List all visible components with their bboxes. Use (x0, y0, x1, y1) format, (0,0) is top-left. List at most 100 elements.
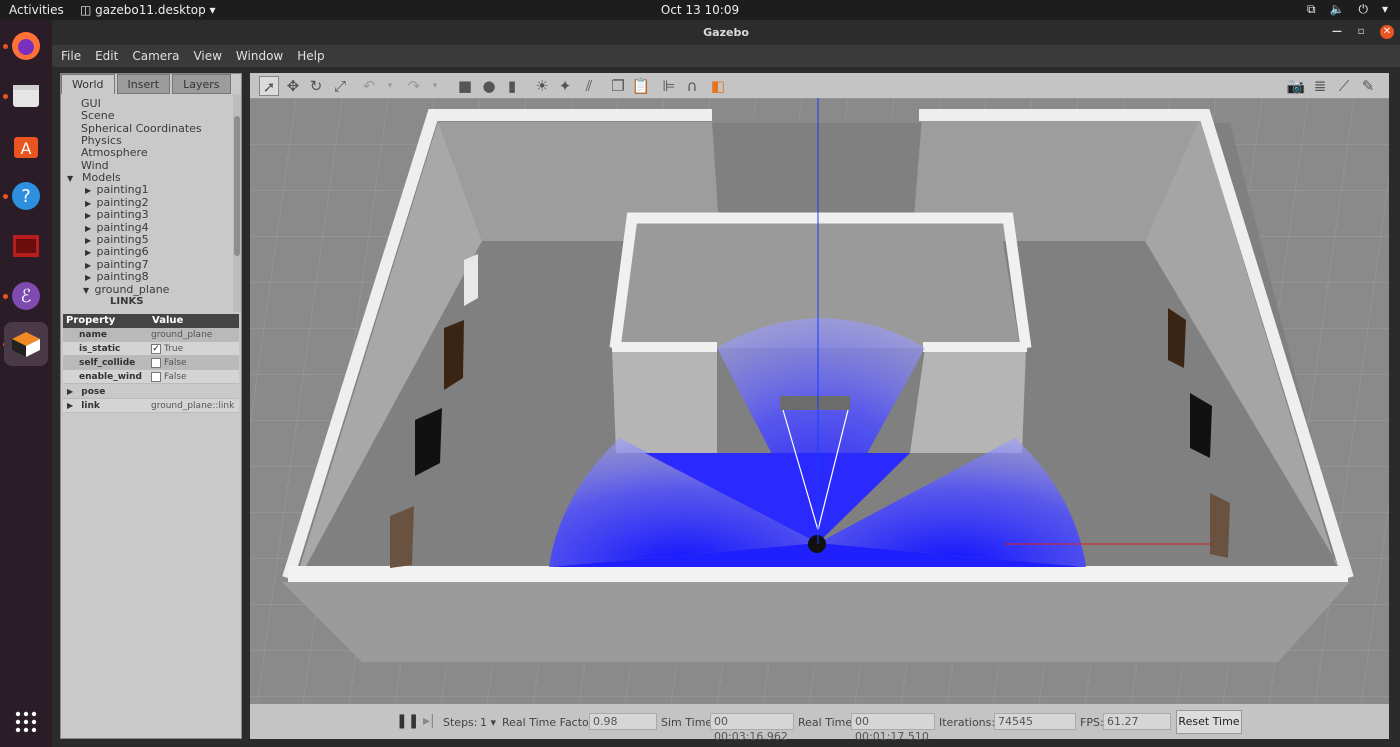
menu-view[interactable]: View (193, 49, 221, 63)
directional-light-icon[interactable]: ⫽ (579, 76, 599, 96)
snap-icon[interactable]: ∩ (682, 76, 702, 96)
tree-item-model[interactable]: ▶ painting6 (85, 246, 149, 258)
property-key: name (79, 329, 107, 340)
tab-layers[interactable]: Layers (172, 74, 231, 94)
property-key: ▶ pose (63, 387, 151, 397)
files-icon[interactable] (4, 74, 48, 118)
tree-scrollbar[interactable] (233, 94, 241, 312)
menu-file[interactable]: File (61, 49, 81, 63)
firefox-icon[interactable] (4, 24, 48, 68)
property-key: ▶ link (63, 401, 151, 411)
software-center-icon[interactable]: A (4, 124, 48, 168)
checkbox-label: False (164, 371, 187, 382)
plot-icon[interactable]: ⟋ (1334, 76, 1354, 96)
gazebo-icon[interactable] (4, 322, 48, 366)
network-icon: ⧉ (1306, 2, 1316, 16)
sphere-shape-icon[interactable]: ● (479, 76, 499, 96)
video-record-icon[interactable]: ✎ (1358, 76, 1378, 96)
tree-item-atmosphere[interactable]: Atmosphere (81, 147, 148, 159)
expand-right-icon: ▶ (85, 248, 92, 257)
scene-toolbar: ➚ ✥ ↻ ⤢ ↶ ▾ ↷ ▾ ■ ● ▮ ☀ ✦ ⫽ ❐ 📋 ⊫ ∩ ◧ 📷 … (250, 73, 1389, 98)
rotate-mode-icon[interactable]: ↻ (306, 76, 326, 96)
steps-spinbox[interactable]: 1 ▾ (480, 716, 496, 729)
dock: A ? ℰ (0, 20, 52, 747)
log-icon[interactable]: ≣ (1310, 76, 1330, 96)
property-group-link[interactable]: ▶ link ground_plane::link (63, 399, 239, 413)
scrollbar-thumb[interactable] (234, 116, 240, 256)
value-column-header: Value (152, 315, 184, 326)
steps-value: 1 (480, 716, 487, 729)
menu-help[interactable]: Help (297, 49, 324, 63)
property-row[interactable]: enable_wind False (63, 370, 239, 384)
property-row[interactable]: is_static ✓ True (63, 342, 239, 356)
checkbox-unchecked[interactable] (151, 371, 161, 382)
property-key: is_static (79, 343, 121, 354)
property-key: self_collide (79, 357, 136, 368)
maximize-icon[interactable]: ▫ (1354, 25, 1368, 39)
step-icon[interactable]: ▸| (423, 713, 435, 729)
spot-light-icon[interactable]: ✦ (555, 76, 575, 96)
point-light-icon[interactable]: ☀ (532, 76, 552, 96)
align-icon[interactable]: ⊫ (659, 76, 679, 96)
scene-viewport[interactable] (250, 98, 1389, 704)
iterations-label: Iterations: (939, 716, 996, 729)
expand-right-icon: ▶ (85, 211, 92, 220)
window-titlebar: Gazebo — ▫ ✕ (52, 20, 1400, 45)
translate-mode-icon[interactable]: ✥ (283, 76, 303, 96)
checkbox-unchecked[interactable] (151, 357, 161, 368)
expand-right-icon: ▶ (85, 186, 92, 195)
tab-insert[interactable]: Insert (116, 74, 171, 94)
property-row[interactable]: name ground_plane (63, 328, 239, 342)
tab-world[interactable]: World (61, 74, 115, 94)
property-group-pose[interactable]: ▶ pose (63, 385, 239, 399)
property-row[interactable]: self_collide False (63, 356, 239, 370)
property-value[interactable]: ground_plane (151, 330, 239, 340)
close-icon[interactable]: ✕ (1380, 25, 1394, 39)
tree-item-model-selected[interactable]: ▼ ground_plane (83, 284, 169, 296)
box-shape-icon[interactable]: ■ (455, 76, 475, 96)
property-value[interactable]: False (151, 371, 239, 382)
redo-dropdown-icon[interactable]: ▾ (425, 76, 445, 96)
property-header: Property Value (63, 314, 239, 328)
redo-icon[interactable]: ↷ (404, 76, 424, 96)
rtf-value: 0.98 (589, 713, 657, 730)
tree-item-model[interactable]: ▶ painting3 (85, 209, 149, 221)
screenshot-icon[interactable]: 📷 (1286, 76, 1306, 96)
help-icon[interactable]: ? (4, 174, 48, 218)
undo-icon[interactable]: ↶ (359, 76, 379, 96)
select-mode-icon[interactable]: ➚ (259, 76, 279, 96)
monitor-icon[interactable] (4, 224, 48, 268)
window-title: Gazebo (703, 26, 749, 39)
cylinder-shape-icon[interactable]: ▮ (502, 76, 522, 96)
paste-icon[interactable]: 📋 (631, 76, 651, 96)
tree-item-label: ground_plane (94, 283, 170, 296)
scale-mode-icon[interactable]: ⤢ (330, 76, 350, 96)
reset-time-button[interactable]: Reset Time (1176, 710, 1242, 734)
property-value[interactable]: ✓ True (151, 343, 239, 354)
panel-tabs: World Insert Layers (61, 74, 233, 94)
tree-item-scene[interactable]: Scene (81, 110, 115, 122)
expand-down-icon: ▼ (83, 286, 90, 295)
scene-render (250, 98, 1389, 704)
tree-item-model[interactable]: ▶ painting1 (85, 184, 149, 196)
property-value[interactable]: False (151, 357, 239, 368)
clock[interactable]: Oct 13 10:09 (0, 3, 1400, 17)
undo-dropdown-icon[interactable]: ▾ (380, 76, 400, 96)
change-view-icon[interactable]: ◧ (708, 76, 728, 96)
checkbox-checked[interactable]: ✓ (151, 343, 161, 354)
tree-item-model[interactable]: ▶ painting8 (85, 271, 149, 283)
system-tray[interactable]: ⧉ 🔈 ⏻ ▾ (1307, 2, 1388, 17)
menu-camera[interactable]: Camera (132, 49, 179, 63)
copy-icon[interactable]: ❐ (608, 76, 628, 96)
sim-time-value: 00 00:03:16.962 (710, 713, 794, 743)
emacs-icon[interactable]: ℰ (4, 274, 48, 318)
property-key: enable_wind (79, 371, 142, 382)
pause-icon[interactable]: ❚❚ (396, 713, 419, 729)
minimize-icon[interactable]: — (1330, 25, 1344, 39)
expand-right-icon: ▶ (67, 400, 74, 410)
chevron-down-icon: ▾ (1381, 2, 1388, 16)
menu-window[interactable]: Window (236, 49, 283, 63)
menu-edit[interactable]: Edit (95, 49, 118, 63)
show-apps-icon[interactable] (4, 700, 48, 744)
svg-text:ℰ: ℰ (21, 286, 32, 307)
